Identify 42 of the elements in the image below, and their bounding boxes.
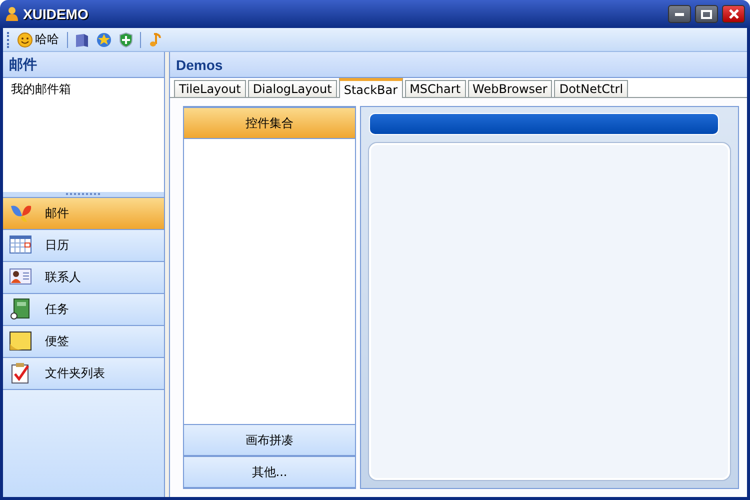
nav-label: 日历 — [45, 236, 69, 254]
nav-label: 联系人 — [45, 268, 81, 286]
close-icon — [728, 9, 738, 19]
smiley-icon — [17, 32, 33, 48]
nav-item[interactable]: 联系人 — [3, 260, 164, 292]
tab[interactable]: TileLayout — [174, 80, 246, 97]
nav-item[interactable]: 文件夹列表 — [3, 356, 164, 388]
tab[interactable]: DotNetCtrl — [554, 80, 628, 97]
nav-label: 便签 — [45, 332, 69, 350]
nav-label: 文件夹列表 — [45, 364, 105, 382]
nav-item[interactable]: 任务 — [3, 292, 164, 324]
tab[interactable]: WebBrowser — [468, 80, 552, 97]
minimize-button[interactable] — [668, 5, 691, 23]
pane-title: Demos — [176, 56, 223, 72]
tab[interactable]: StackBar — [338, 78, 403, 98]
maximize-button[interactable] — [695, 5, 718, 23]
nav-item[interactable]: 便签 — [3, 324, 164, 356]
close-button[interactable] — [722, 5, 745, 23]
window-title: XUIDEMO — [23, 6, 90, 22]
nav-label: 任务 — [45, 300, 69, 318]
folder-item[interactable]: 我的邮件箱 — [11, 81, 71, 98]
calendar-icon — [9, 234, 33, 256]
toolbar-button[interactable]: 哈哈 — [15, 31, 61, 48]
toolbar-separator — [140, 32, 141, 48]
sticky-note-icon — [9, 330, 33, 352]
nav-item[interactable]: 邮件 — [3, 196, 164, 228]
stack-section-header[interactable]: 控件集合 — [184, 107, 355, 139]
stack-section-header[interactable]: 其他... — [184, 456, 355, 488]
toolbar-separator — [67, 32, 68, 48]
minimize-icon — [675, 12, 684, 16]
tab[interactable]: DialogLayout — [248, 80, 337, 97]
shield-icon[interactable] — [118, 32, 134, 48]
book-icon[interactable] — [74, 32, 90, 48]
star-globe-icon[interactable] — [96, 32, 112, 48]
maximize-icon — [701, 10, 712, 18]
stack-section-header[interactable]: 画布拼凑 — [184, 424, 355, 456]
splitter-handle[interactable] — [3, 192, 164, 196]
tab[interactable]: MSChart — [404, 80, 466, 97]
pane-title: 邮件 — [9, 56, 37, 74]
nav-label: 邮件 — [45, 204, 69, 222]
nav-item[interactable]: 日历 — [3, 228, 164, 260]
person-icon — [5, 6, 19, 22]
